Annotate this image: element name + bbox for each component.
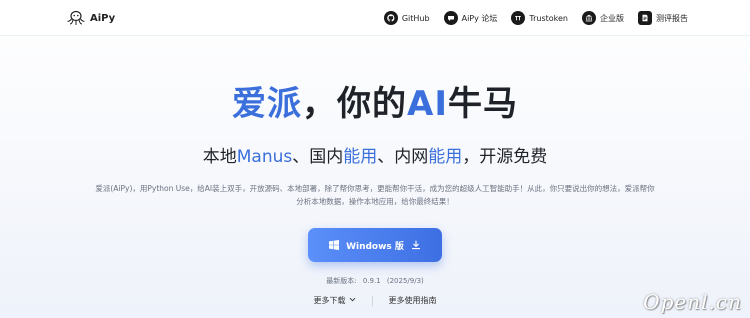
nav-label-forum: AiPy 论坛 [461,13,498,23]
hero-title: 爱派，你的AI牛马 [0,84,750,124]
trustoken-icon [511,11,526,25]
github-icon [383,11,398,25]
nav-forum[interactable]: AiPy 论坛 [443,11,498,25]
version-label: 最新版本: [326,277,357,285]
nav-label-github: GitHub [401,13,430,23]
hero-description: 爱派(AiPy)，用Python Use，给AI装上双手，开放源码、本地部署，除… [95,184,655,206]
hero-title-end: 牛马 [447,84,518,124]
version-number: 0.9.1 [362,277,381,285]
download-arrow-icon [411,240,421,250]
hero-subtitle: 本地Manus、国内能用、内网能用，开源免费 [0,146,750,168]
hero-title-ai: AI [407,84,448,124]
download-button-label: Windows 版 [346,241,404,252]
nav-label-trustoken: Trustoken [529,13,568,23]
subtitle-seg-1: 本地 [202,147,237,167]
subtitle-seg-5: 、内网 [377,147,429,167]
more-downloads-label: 更多下载 [313,296,346,305]
more-downloads-link[interactable]: 更多下载 [314,295,356,306]
header-nav: GitHub AiPy 论坛 Trustoken 企业版 测评报告 [383,9,688,27]
bottom-links: 更多下载 更多使用指南 [0,295,750,306]
more-guide-label: 更多使用指南 [388,296,437,305]
site-watermark: Openl.cn [643,290,742,314]
link-divider [371,295,373,306]
octopus-logo-icon [67,10,85,25]
hero-title-mid: ，你的 [302,84,408,124]
subtitle-seg-usable-1: 能用 [343,147,378,167]
subtitle-seg-usable-2: 能用 [428,147,463,167]
nav-github[interactable]: GitHub [383,11,430,25]
logo-text: AiPy [90,12,116,24]
nav-label-enterprise: 企业版 [600,13,624,23]
chevron-down-icon [349,296,356,305]
windows-icon [329,240,340,250]
top-navigation-bar: AiPy GitHub AiPy 论坛 Trustoken 企业版 测评报告 [0,0,750,36]
forum-chat-icon [443,11,458,25]
windows-download-button[interactable]: Windows 版 [308,228,442,262]
enterprise-building-icon [582,11,596,25]
subtitle-seg-manus: Manus [236,147,293,167]
aipy-logo[interactable]: AiPy [66,10,115,26]
nav-enterprise[interactable]: 企业版 [582,11,624,25]
report-document-icon [638,11,652,25]
subtitle-seg-7: ，开源免费 [462,147,548,167]
nav-label-report: 测评报告 [656,13,688,23]
hero-title-brand: 爱派 [232,84,303,124]
nav-trustoken[interactable]: Trustoken [511,11,568,25]
more-guide-link[interactable]: 更多使用指南 [389,295,437,306]
subtitle-seg-3: 、国内 [292,147,344,167]
nav-report[interactable]: 测评报告 [638,11,688,25]
version-date: (2025/9/3) [386,277,424,285]
version-info: 最新版本: 0.9.1 (2025/9/3) [0,276,750,286]
